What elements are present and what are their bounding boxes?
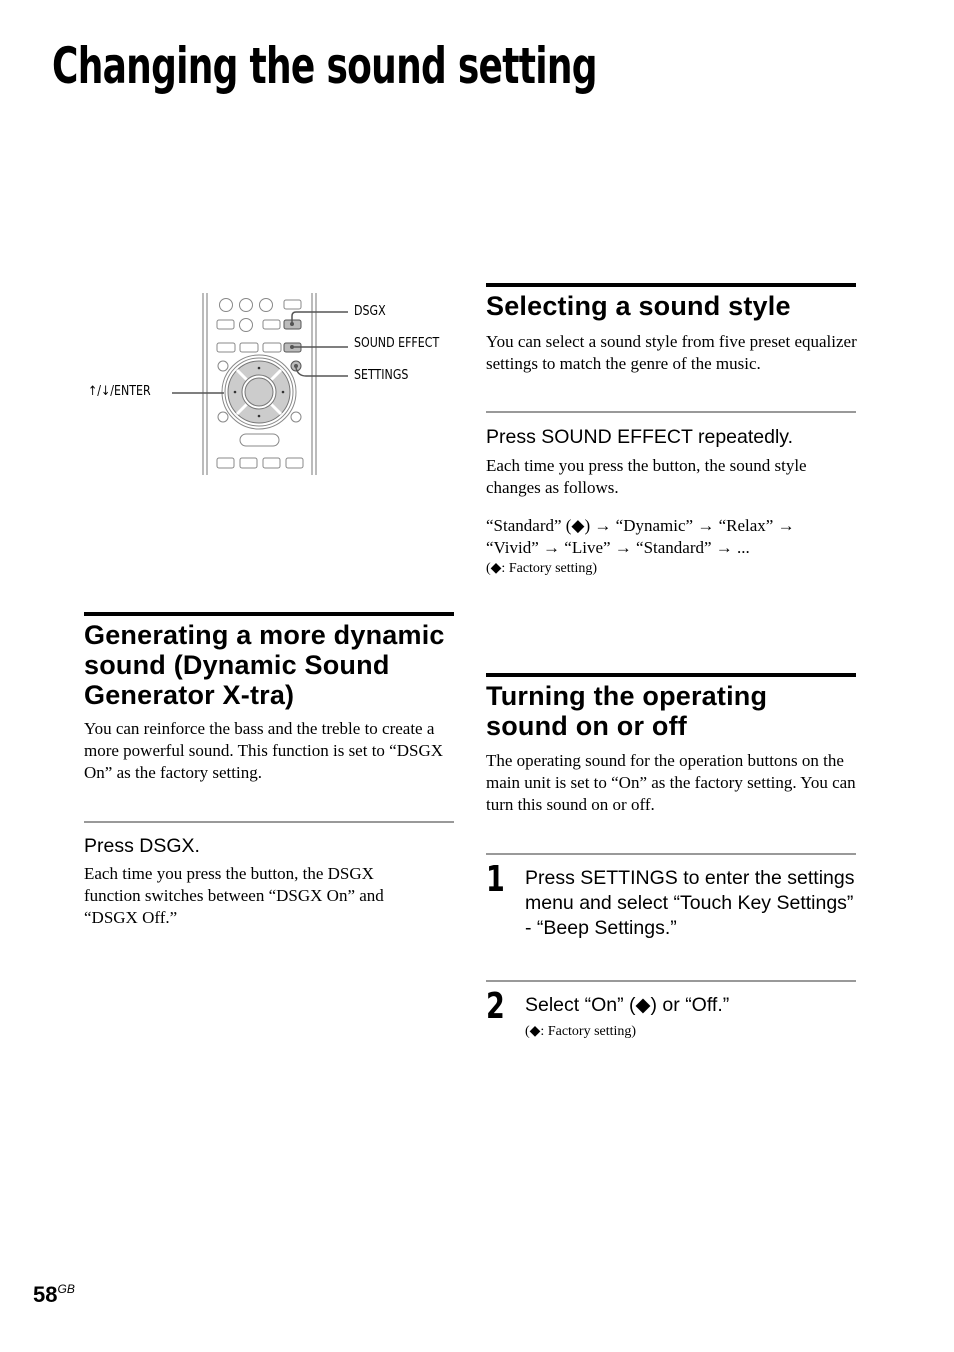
step-text: Select “On” (◆) or “Off.” <box>525 994 730 1016</box>
step-divider <box>486 411 856 413</box>
section-rule <box>486 283 856 287</box>
operating-sound-heading: Turning the operating sound on or off <box>486 681 768 741</box>
dsgx-heading: Generating a more dynamic sound (Dynamic… <box>84 620 445 710</box>
page-number: 58GB <box>33 1282 75 1308</box>
callout-enter: ↑/↓/ENTER <box>88 384 151 399</box>
callout-dsgx: DSGX <box>354 304 386 319</box>
sound-style-sequence-line1: “Standard” (◆) → “Dynamic” → “Relax” → <box>486 516 795 535</box>
callout-settings: SETTINGS <box>354 368 409 383</box>
sound-style-intro: You can select a sound style from five p… <box>486 332 857 373</box>
factory-setting-note: (◆: Factory setting) <box>525 1024 637 1039</box>
dsgx-step-desc: Each time you press the button, the DSGX… <box>84 864 384 927</box>
step-divider <box>486 853 856 855</box>
operating-sound-intro: The operating sound for the operation bu… <box>486 751 856 814</box>
step-text: Press SETTINGS to enter the settings men… <box>525 867 855 939</box>
step-number: 2 <box>486 986 505 1027</box>
dsgx-intro: You can reinforce the bass and the trebl… <box>84 719 444 782</box>
step-divider <box>486 980 856 982</box>
step-number: 1 <box>486 859 505 900</box>
page-number-value: 58 <box>33 1282 58 1307</box>
dsgx-step-label: Press DSGX. <box>84 835 200 857</box>
sound-style-step-desc: Each time you press the button, the soun… <box>486 456 807 497</box>
sound-style-step-label: Press SOUND EFFECT repeatedly. <box>486 426 794 448</box>
sound-style-sequence-line2: “Vivid” → “Live” → “Standard” → ... <box>486 538 750 557</box>
dpad-shape <box>221 354 297 430</box>
page-region-label: GB <box>57 1282 75 1296</box>
callout-sound-effect: SOUND EFFECT <box>354 336 440 351</box>
section-rule <box>486 673 856 677</box>
step-divider <box>84 821 454 823</box>
section-rule <box>84 612 454 616</box>
page-title: Changing the sound setting <box>52 37 598 95</box>
sound-style-heading: Selecting a sound style <box>486 291 791 321</box>
factory-setting-note: (◆: Factory setting) <box>486 561 598 576</box>
